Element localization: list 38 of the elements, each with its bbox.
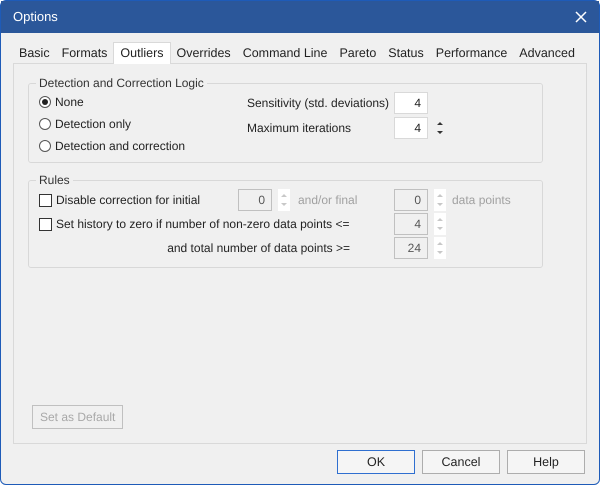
tab[interactable]: Formats [56, 44, 114, 63]
spin-arrows-icon [437, 193, 443, 207]
tab[interactable]: Outliers [113, 42, 170, 64]
close-icon[interactable] [575, 11, 587, 23]
connector-label: and/or final [298, 192, 358, 209]
number-field[interactable]: 4 [394, 92, 428, 114]
checkbox-label: Set history to zero if number of non-zero data points <= [56, 216, 350, 233]
checkbox[interactable] [39, 194, 52, 206]
radio-button[interactable] [39, 140, 51, 152]
tab[interactable]: Basic [13, 44, 56, 63]
radio-label: Detection only [55, 116, 132, 133]
group-title: Detection and Correction Logic [38, 75, 205, 92]
dialog-button[interactable]: Cancel [422, 450, 500, 474]
tab[interactable]: Overrides [170, 44, 237, 63]
tab[interactable]: Command Line [236, 44, 334, 63]
radio-button[interactable] [39, 96, 51, 108]
field-label: Sensitivity (std. deviations) [247, 95, 390, 112]
window-title: Options [13, 8, 58, 26]
spin-arrows-icon [437, 217, 443, 231]
tab[interactable]: Performance [430, 44, 514, 63]
tab[interactable]: Advanced [513, 44, 581, 63]
radio-button[interactable] [39, 118, 51, 130]
dialog-button[interactable]: Help [507, 450, 585, 474]
suffix-label: data points [452, 192, 511, 209]
spin-arrows-icon [281, 193, 287, 207]
field-label: and total number of data points >= [167, 240, 350, 257]
spin-arrows-icon [437, 241, 443, 255]
checkbox-label: Disable correction for initial [56, 192, 200, 209]
field-label: Maximum iterations [247, 120, 352, 137]
radio-label: Detection and correction [55, 138, 186, 155]
tab[interactable]: Pareto [333, 44, 382, 63]
spin-arrows-icon [437, 121, 443, 135]
number-field[interactable]: 4 [394, 117, 428, 139]
checkbox[interactable] [39, 218, 52, 230]
tab[interactable]: Status [382, 44, 430, 63]
radio-label: None [55, 94, 84, 111]
dialog-button[interactable]: OK [337, 450, 415, 474]
group-title: Rules [38, 172, 71, 189]
